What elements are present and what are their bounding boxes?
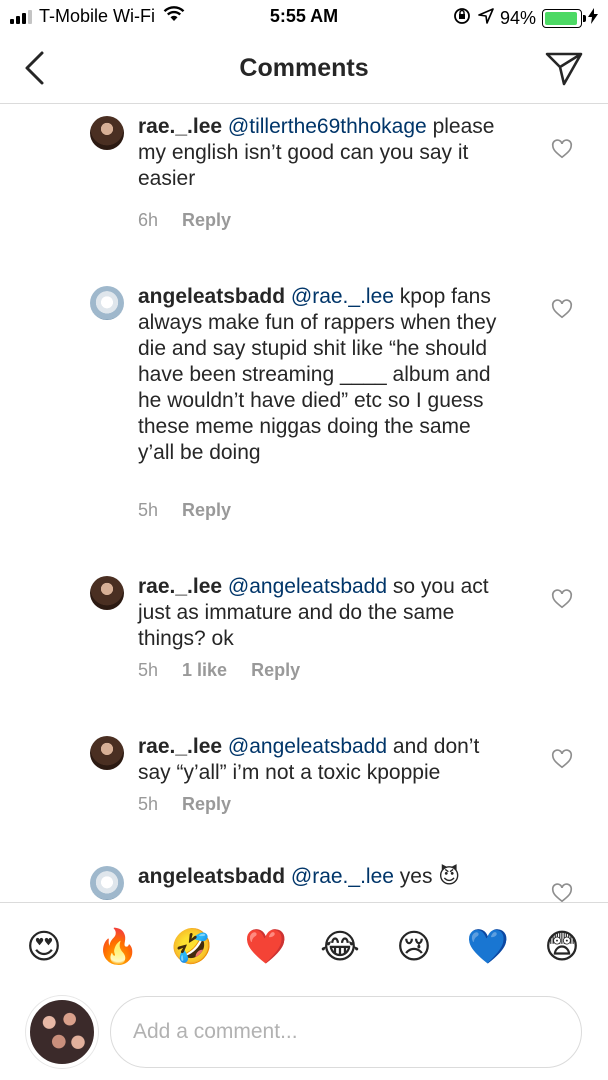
comment-composer xyxy=(0,990,608,1080)
comment-mention[interactable]: @tillerthe69thhokage xyxy=(228,115,427,138)
page-title: Comments xyxy=(239,54,369,82)
comment-body: angeleatsbadd @rae._.lee yes 😈 xyxy=(138,864,504,890)
status-right: 94% xyxy=(452,6,598,31)
location-icon xyxy=(478,8,494,29)
comment-username[interactable]: rae._.lee xyxy=(138,115,222,138)
reply-button[interactable]: Reply xyxy=(182,794,231,815)
emoji-blue-heart[interactable]: 💙 xyxy=(466,925,510,969)
comment-time: 5h xyxy=(138,660,159,680)
reply-button[interactable]: Reply xyxy=(251,660,300,681)
comment-username[interactable]: angeleatsbadd xyxy=(138,865,285,888)
comment-body: rae._.lee @angeleatsbadd and don’t say “… xyxy=(138,734,504,786)
heart-outline-icon[interactable] xyxy=(551,588,573,610)
status-bar: T-Mobile Wi-Fi 5:55 AM 94% xyxy=(0,0,608,34)
avatar[interactable] xyxy=(90,116,124,150)
emoji-rofl[interactable]: 🤣 xyxy=(170,925,214,969)
heart-outline-icon[interactable] xyxy=(551,298,573,320)
comment-body: rae._.lee @angeleatsbadd so you act just… xyxy=(138,574,504,652)
comment-body: angeleatsbadd @rae._.lee kpop fans alway… xyxy=(138,284,504,466)
avatar[interactable] xyxy=(90,576,124,610)
share-button[interactable] xyxy=(544,48,584,88)
comment-meta: 6h Reply xyxy=(138,210,231,231)
comment-username[interactable]: angeleatsbadd xyxy=(138,285,285,308)
comment-meta: 5h Reply xyxy=(138,500,231,521)
emoji-heart-eyes[interactable]: 😍 xyxy=(22,925,66,969)
comment: angeleatsbadd @rae._.lee kpop fans alway… xyxy=(0,274,608,544)
comment-time: 5h xyxy=(138,794,159,814)
header: Comments xyxy=(0,34,608,104)
comment: rae._.lee @tillerthe69thhokage please my… xyxy=(0,104,608,254)
comment: rae._.lee @angeleatsbadd so you act just… xyxy=(0,564,608,724)
reply-button[interactable]: Reply xyxy=(182,500,231,521)
charging-icon xyxy=(588,8,598,29)
comment-username[interactable]: rae._.lee xyxy=(138,735,222,758)
comment-text: kpop fans always make fun of rappers whe… xyxy=(138,285,497,464)
battery-icon xyxy=(542,9,586,28)
battery-percent: 94% xyxy=(499,8,536,28)
comment-mention[interactable]: @rae._.lee xyxy=(291,285,394,308)
comment-time: 6h xyxy=(138,210,159,230)
emoji-crying[interactable]: 😢 xyxy=(392,925,436,969)
emoji-fearful[interactable]: 😨 xyxy=(540,925,584,969)
heart-outline-icon[interactable] xyxy=(551,748,573,770)
emoji-fire[interactable]: 🔥 xyxy=(96,925,140,969)
comment-meta: 5h 1 like Reply xyxy=(138,660,300,681)
comment: angeleatsbadd @rae._.lee yes 😈 xyxy=(0,854,608,902)
comment-mention[interactable]: @angeleatsbadd xyxy=(228,575,387,598)
comment-mention[interactable]: @rae._.lee xyxy=(291,865,394,888)
comment-meta: 5h Reply xyxy=(138,794,231,815)
heart-outline-icon[interactable] xyxy=(551,138,573,160)
comment-text: yes 😈 xyxy=(399,865,461,888)
reply-button[interactable]: Reply xyxy=(182,210,231,231)
emoji-red-heart[interactable]: ❤️ xyxy=(244,925,288,969)
paper-plane-icon xyxy=(545,52,583,86)
avatar[interactable] xyxy=(90,286,124,320)
avatar[interactable] xyxy=(90,866,124,900)
rotation-lock-icon xyxy=(452,6,472,31)
comment-mention[interactable]: @angeleatsbadd xyxy=(228,735,387,758)
heart-outline-icon[interactable] xyxy=(551,882,573,902)
current-user-avatar[interactable] xyxy=(26,996,98,1068)
comment-username[interactable]: rae._.lee xyxy=(138,575,222,598)
comments-list[interactable]: rae._.lee @tillerthe69thhokage please my… xyxy=(0,104,608,902)
comment-time: 5h xyxy=(138,500,159,520)
comment: rae._.lee @angeleatsbadd and don’t say “… xyxy=(0,724,608,854)
emoji-tears-of-joy[interactable]: 😂 xyxy=(318,925,362,969)
comment-body: rae._.lee @tillerthe69thhokage please my… xyxy=(138,114,504,192)
likes-count[interactable]: 1 like xyxy=(182,660,227,681)
battery-fill xyxy=(545,12,577,25)
comment-input[interactable] xyxy=(110,996,582,1068)
avatar[interactable] xyxy=(90,736,124,770)
emoji-bar: 😍 🔥 🤣 ❤️ 😂 😢 💙 😨 xyxy=(0,902,608,990)
